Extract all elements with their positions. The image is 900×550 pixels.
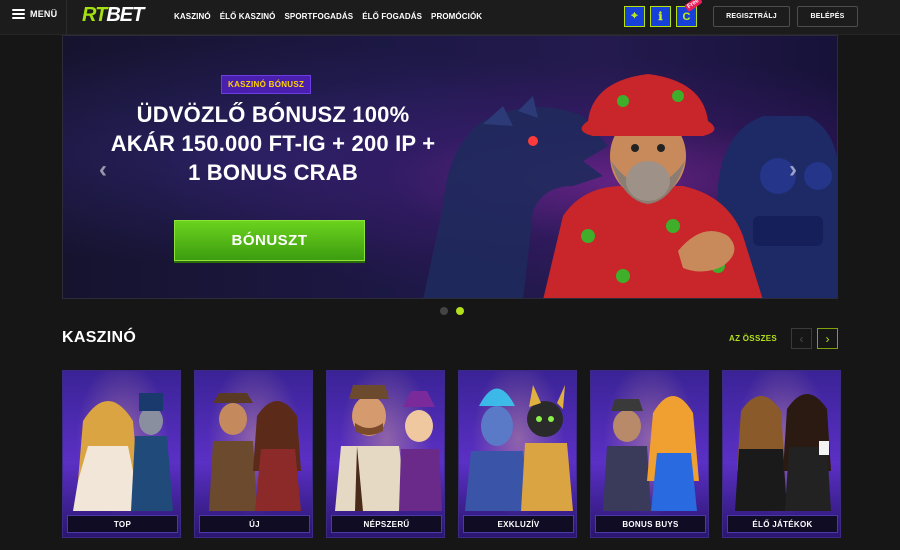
- category-card-exclusive[interactable]: EXKLUZÍV: [458, 370, 577, 538]
- category-label: TOP: [67, 515, 178, 533]
- category-label: ÚJ: [199, 515, 310, 533]
- logo-part-bet: BET: [106, 4, 144, 26]
- section-title: KASZINÓ: [62, 329, 137, 346]
- map-pin-icon[interactable]: ⌖: [624, 6, 645, 27]
- info-icon[interactable]: ℹ: [650, 6, 671, 27]
- nav-item-casino[interactable]: KASZINÓ: [174, 12, 211, 21]
- category-card-top[interactable]: TOP: [62, 370, 181, 538]
- logo-part-rt: RT: [82, 4, 107, 26]
- category-card-live-games[interactable]: ÉLŐ JÁTÉKOK: [722, 370, 841, 538]
- category-label: EXKLUZÍV: [463, 515, 574, 533]
- card-glow: [195, 371, 312, 537]
- card-glow: [459, 371, 576, 537]
- hero-banner: ‹ › KASZINÓ BÓNUSZ ÜDVÖZLŐ BÓNUSZ 100% A…: [62, 35, 838, 299]
- nav-item-live-betting[interactable]: ÉLŐ FOGADÁS: [362, 12, 422, 21]
- free-chips-icon[interactable]: C Free: [676, 0, 703, 27]
- login-button[interactable]: BELÉPÉS: [797, 6, 858, 27]
- carousel-next-button[interactable]: ›: [817, 328, 838, 349]
- see-all-link[interactable]: AZ ÖSSZES: [729, 334, 777, 343]
- category-card-bonus-buys[interactable]: BONUS BUYS: [590, 370, 709, 538]
- free-tag: Free: [684, 0, 703, 13]
- category-label: NÉPSZERŰ: [331, 515, 442, 533]
- nav-item-sports[interactable]: SPORTFOGADÁS: [284, 12, 353, 21]
- card-glow: [63, 371, 180, 537]
- category-label: BONUS BUYS: [595, 515, 706, 533]
- site-logo[interactable]: RTBET: [82, 4, 144, 27]
- main-nav: KASZINÓ ÉLŐ KASZINÓ SPORTFOGADÁS ÉLŐ FOG…: [174, 12, 482, 21]
- hero-dot-2[interactable]: [456, 307, 464, 315]
- hero-badge: KASZINÓ BÓNUSZ: [221, 75, 312, 94]
- quick-icons: ⌖ ℹ C Free: [624, 0, 703, 27]
- hero-cta-button[interactable]: BÓNUSZT: [174, 220, 365, 261]
- category-card-new[interactable]: ÚJ: [194, 370, 313, 538]
- category-label: ÉLŐ JÁTÉKOK: [727, 515, 838, 533]
- category-card-popular[interactable]: NÉPSZERŰ: [326, 370, 445, 538]
- card-glow: [327, 371, 444, 537]
- card-glow: [591, 371, 708, 537]
- nav-item-live-casino[interactable]: ÉLŐ KASZINÓ: [220, 12, 276, 21]
- category-cards: TOP ÚJ NÉPSZERŰ EXKLUZÍV BONUS BUYS ÉLŐ …: [62, 370, 841, 538]
- hero-pagination: [440, 307, 464, 315]
- register-button[interactable]: REGISZTRÁLJ: [713, 6, 790, 27]
- nav-item-promotions[interactable]: PROMÓCIÓK: [431, 12, 482, 21]
- card-glow: [723, 371, 840, 537]
- menu-button[interactable]: MENÜ: [12, 9, 57, 19]
- header-divider: [66, 0, 67, 35]
- hero-title: ÜDVÖZLŐ BÓNUSZ 100% AKÁR 150.000 FT-IG +…: [110, 102, 436, 185]
- carousel-prev-button[interactable]: ‹: [791, 328, 812, 349]
- hamburger-icon: [12, 9, 25, 19]
- hero-next-arrow[interactable]: ›: [789, 156, 797, 184]
- menu-label: MENÜ: [30, 9, 58, 19]
- top-header: MENÜ RTBET KASZINÓ ÉLŐ KASZINÓ SPORTFOGA…: [0, 0, 900, 35]
- hero-dot-1[interactable]: [440, 307, 448, 315]
